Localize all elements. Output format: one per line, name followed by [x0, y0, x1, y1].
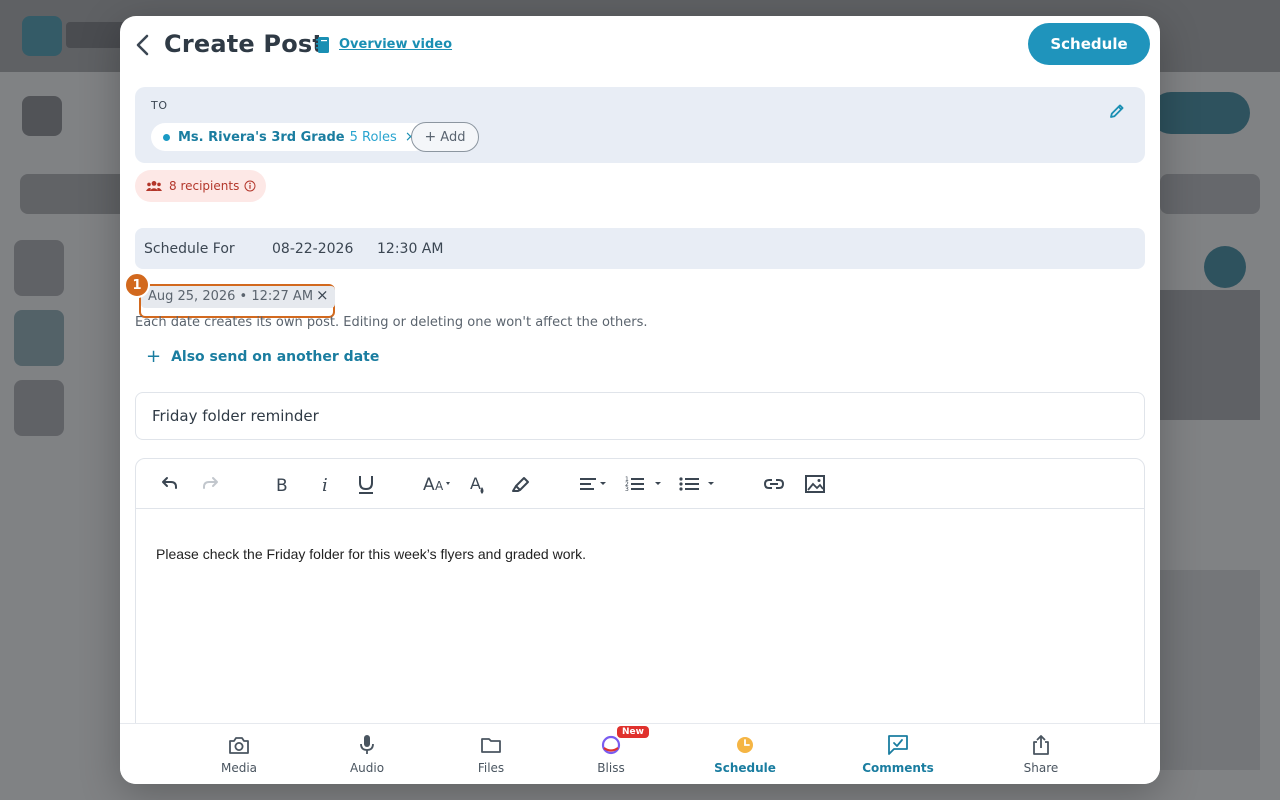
- new-badge: New: [617, 726, 649, 738]
- files-label: Files: [477, 761, 505, 775]
- comments-button[interactable]: Comments: [858, 734, 938, 782]
- link-icon: [763, 479, 785, 489]
- comments-label: Comments: [862, 761, 934, 775]
- font-size-dropdown[interactable]: AA: [422, 472, 456, 496]
- schedule-tab-button[interactable]: Schedule: [705, 734, 785, 782]
- additional-date-chip-fill: Aug 25, 2026 • 12:27 AM ×: [141, 286, 335, 308]
- media-label: Media: [220, 761, 258, 775]
- undo-icon: [162, 477, 177, 489]
- additional-date-text: Aug 25, 2026 • 12:27 AM: [148, 289, 314, 304]
- pencil-icon[interactable]: [1109, 103, 1125, 119]
- bold-button[interactable]: B: [272, 472, 292, 496]
- align-dropdown[interactable]: [578, 472, 610, 496]
- svg-text:3: 3: [625, 486, 629, 493]
- recipient-chip-name: Ms. Rivera's 3rd Grade: [178, 129, 345, 145]
- chevron-left-icon: [136, 34, 149, 56]
- remove-date-icon[interactable]: ×: [316, 286, 329, 304]
- underline-button[interactable]: [356, 472, 376, 496]
- folder-icon: [481, 738, 501, 753]
- underline-icon: [359, 476, 373, 494]
- schedule-for-box[interactable]: Schedule For 08-22-2026 12:30 AM: [135, 228, 1145, 269]
- schedule-time[interactable]: 12:30 AM: [377, 241, 443, 257]
- italic-button[interactable]: i: [316, 472, 336, 496]
- schedule-tab-label: Schedule: [714, 761, 776, 775]
- bliss-label: Bliss: [597, 761, 625, 775]
- create-post-modal: Create Post Overview video Schedule TO M…: [120, 16, 1160, 784]
- bullet-list-icon: [679, 477, 714, 491]
- schedule-helper-text: Each date creates its own post. Editing …: [135, 315, 648, 330]
- image-icon: [805, 475, 825, 493]
- highlighter-icon: [512, 477, 529, 492]
- recipients-badge[interactable]: 8 recipients: [135, 170, 266, 202]
- audio-label: Audio: [349, 761, 385, 775]
- svg-text:A: A: [423, 475, 435, 495]
- share-label: Share: [1023, 761, 1059, 775]
- numbered-list-icon: 123: [625, 476, 661, 493]
- svg-text:A: A: [470, 474, 481, 493]
- clock-icon: [737, 737, 753, 753]
- svg-text:A: A: [435, 479, 444, 493]
- numbered-list-dropdown[interactable]: 123: [624, 472, 666, 496]
- redo-icon: [203, 477, 218, 489]
- bullet-list-dropdown[interactable]: [678, 472, 720, 496]
- text-color-button[interactable]: A: [468, 472, 488, 496]
- also-send-label: Also send on another date: [171, 349, 380, 365]
- microphone-icon: [360, 735, 374, 754]
- files-button[interactable]: Files: [451, 734, 531, 782]
- svg-text:i: i: [322, 475, 328, 494]
- overview-video-link[interactable]: Overview video: [339, 37, 452, 52]
- schedule-for-label: Schedule For: [144, 241, 235, 257]
- share-button[interactable]: Share: [1001, 734, 1081, 782]
- modal-header: Create Post Overview video Schedule: [120, 16, 1160, 88]
- recipient-chip[interactable]: Ms. Rivera's 3rd Grade 5 Roles ×: [151, 123, 429, 151]
- text-color-icon: A: [470, 474, 484, 494]
- post-body-text[interactable]: Please check the Friday folder for this …: [156, 546, 586, 562]
- svg-text:B: B: [276, 476, 288, 494]
- page-title: Create Post: [164, 30, 325, 58]
- recipient-box: TO Ms. Rivera's 3rd Grade 5 Roles × + Ad…: [135, 87, 1145, 163]
- editor-toolbar: B i AA A 123: [136, 459, 1144, 509]
- align-left-icon: [580, 478, 606, 490]
- status-dot: [163, 133, 170, 141]
- media-button[interactable]: Media: [199, 734, 279, 782]
- schedule-date[interactable]: 08-22-2026: [272, 241, 353, 257]
- image-button[interactable]: [804, 472, 826, 496]
- camera-icon: [229, 737, 249, 754]
- subject-input[interactable]: [135, 392, 1145, 440]
- add-recipient-label: Add: [440, 129, 466, 145]
- font-size-icon: AA: [423, 475, 450, 495]
- link-button[interactable]: [762, 472, 786, 496]
- notebook-icon: [316, 37, 329, 53]
- step-marker: 1: [124, 272, 150, 298]
- also-send-another-date-button[interactable]: + Also send on another date: [146, 346, 379, 367]
- bold-icon: B: [276, 476, 288, 494]
- highlight-button[interactable]: [510, 472, 532, 496]
- schedule-button[interactable]: Schedule: [1028, 23, 1150, 65]
- attachment-bar: Media Audio Files New Bliss Schedule Com…: [120, 723, 1160, 784]
- plus-icon: +: [146, 346, 162, 367]
- back-button[interactable]: [132, 33, 156, 57]
- italic-icon: i: [322, 475, 328, 494]
- info-icon[interactable]: [244, 180, 256, 192]
- comments-icon: [888, 735, 908, 755]
- recipients-count: 8 recipients: [169, 179, 240, 193]
- additional-date-chip[interactable]: Aug 25, 2026 • 12:27 AM ×: [139, 284, 335, 318]
- redo-button[interactable]: [200, 472, 222, 496]
- share-icon: [1033, 735, 1049, 755]
- plus-icon: +: [424, 129, 437, 145]
- to-label: TO: [151, 99, 168, 112]
- group-icon: [146, 181, 162, 191]
- audio-button[interactable]: Audio: [327, 734, 407, 782]
- recipient-chip-roles[interactable]: 5 Roles: [350, 130, 397, 145]
- undo-button[interactable]: [158, 472, 180, 496]
- add-recipient-button[interactable]: + Add: [411, 122, 479, 152]
- bliss-button[interactable]: New Bliss: [571, 726, 651, 782]
